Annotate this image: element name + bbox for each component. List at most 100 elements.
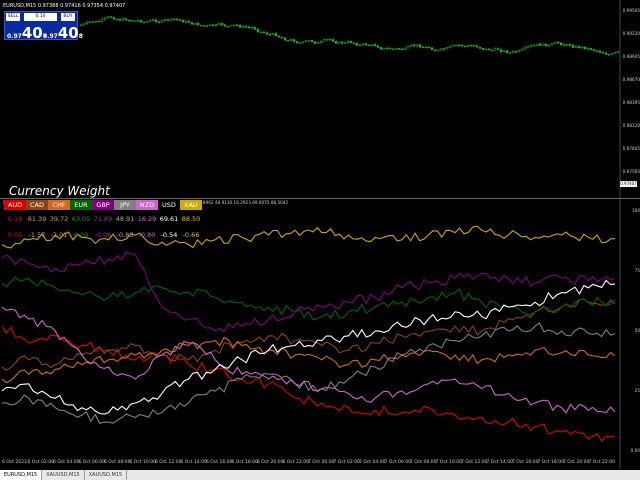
candle [580, 46, 584, 50]
candle [337, 41, 341, 44]
candle [418, 43, 422, 49]
chart-tab[interactable]: XAUUSD,M15 [42, 470, 85, 480]
time-axis-label: 6 Oct 2022 [2, 460, 27, 465]
one-click-trade-panel: SELL 0.10 BUY 0.97407 0.97408 [4, 11, 83, 42]
time-axis-label: 6 Oct 16:00 [206, 460, 233, 465]
candle [253, 25, 257, 31]
buy-button[interactable]: BUY [61, 13, 75, 21]
candle [568, 43, 572, 48]
chart-tab[interactable]: XAUUSD,M15 [85, 470, 128, 480]
sell-quote[interactable]: 0.97407 [7, 23, 47, 42]
candle [100, 17, 104, 24]
candle [217, 21, 221, 26]
candle [151, 18, 155, 23]
indicator-y-label: 0.00 [630, 448, 640, 453]
candle [223, 23, 227, 27]
candle [286, 39, 290, 42]
price-axis-label: 0.98670 [622, 77, 640, 82]
chart-tab[interactable]: EURUSD,M15 [0, 470, 43, 480]
candle [454, 44, 458, 47]
candle [193, 22, 197, 26]
candle [280, 36, 284, 39]
candle [421, 45, 425, 49]
candle [334, 39, 338, 45]
candle [205, 25, 209, 28]
series-line-usd [1, 279, 616, 415]
candle [310, 39, 314, 43]
candle [184, 19, 188, 24]
candle [553, 41, 557, 45]
candle [163, 18, 167, 22]
sell-button[interactable]: SELL [6, 13, 20, 21]
candle [106, 15, 110, 20]
candle [88, 21, 92, 24]
candle [259, 31, 263, 34]
currency-code-cell: GBP [92, 200, 114, 210]
currency-code-cell: AUD [4, 200, 26, 210]
candle [208, 24, 212, 26]
currency-code-cell: EUR [70, 200, 92, 210]
candle [409, 44, 413, 48]
candle [247, 24, 251, 30]
candle [154, 17, 158, 24]
candle [520, 47, 524, 51]
currency-value-cell: 71.89 [93, 215, 113, 223]
candle [574, 45, 578, 49]
candle [262, 30, 266, 34]
time-axis-label: 7 Oct 10:00 [435, 460, 462, 465]
candle [478, 46, 482, 50]
currency-weight-table: AUD CAD CHF EUR GBP JPY NZD USD XAU 6.19 61.39 39.… [4, 200, 202, 244]
candle [109, 16, 113, 18]
candle [298, 41, 302, 45]
candle [370, 43, 374, 48]
indicator-y-label: 50 [634, 328, 640, 333]
time-axis-label: 7 Oct 08:00 [410, 460, 437, 465]
candle [319, 39, 323, 45]
candle [325, 38, 329, 42]
candle [367, 44, 371, 47]
candle [592, 48, 596, 53]
candle [241, 24, 245, 29]
candle [535, 43, 539, 47]
currency-change-cell: -0.54 [160, 231, 178, 239]
currency-change-cell: -1.57 [28, 231, 46, 239]
lot-size-input[interactable]: 0.10 [24, 13, 57, 21]
candle [136, 19, 140, 23]
currency-code-cell: XAU [180, 200, 202, 210]
candle [355, 42, 359, 47]
candle [211, 24, 215, 27]
time-axis-label: 6 Oct 02:00 [27, 460, 54, 465]
currency-weight-title: Currency Weight [9, 184, 110, 198]
candle [232, 24, 236, 27]
candle [214, 23, 218, 27]
candle [187, 19, 191, 23]
candle [610, 52, 614, 56]
price-axis-label: 0.97560 [622, 169, 640, 174]
candle [130, 20, 134, 22]
candle [328, 38, 332, 41]
currency-code-cell: JPY [114, 200, 136, 210]
indicator-y-label: 75 [634, 268, 640, 273]
candle [97, 20, 101, 23]
price-chart-pane[interactable] [0, 0, 640, 198]
time-axis-label: 7 Oct 22:00 [588, 460, 615, 465]
candle [496, 47, 500, 50]
candle [268, 32, 272, 37]
candle [178, 19, 182, 22]
currency-values-row: 6.19 61.39 39.72 63.05 71.89 48.91 16.29 69.61 8… [4, 214, 202, 224]
candle [457, 43, 461, 47]
indicator-y-label: 100 [632, 208, 640, 213]
candle [142, 21, 146, 24]
series-line-gbp [1, 251, 616, 333]
buy-quote[interactable]: 0.97408 [43, 23, 83, 42]
candle [148, 19, 152, 23]
candle [397, 48, 401, 51]
price-axis-label: 0.99220 [622, 31, 640, 36]
chart-tabs: EURUSD,M15 XAUUSD,M15 XAUUSD,M15 [0, 470, 640, 480]
candle [226, 25, 230, 28]
candle [238, 24, 242, 29]
candle [541, 43, 545, 47]
candle [472, 44, 476, 47]
sell-quote-prefix: 0.97 [7, 33, 22, 40]
candle [487, 48, 491, 51]
